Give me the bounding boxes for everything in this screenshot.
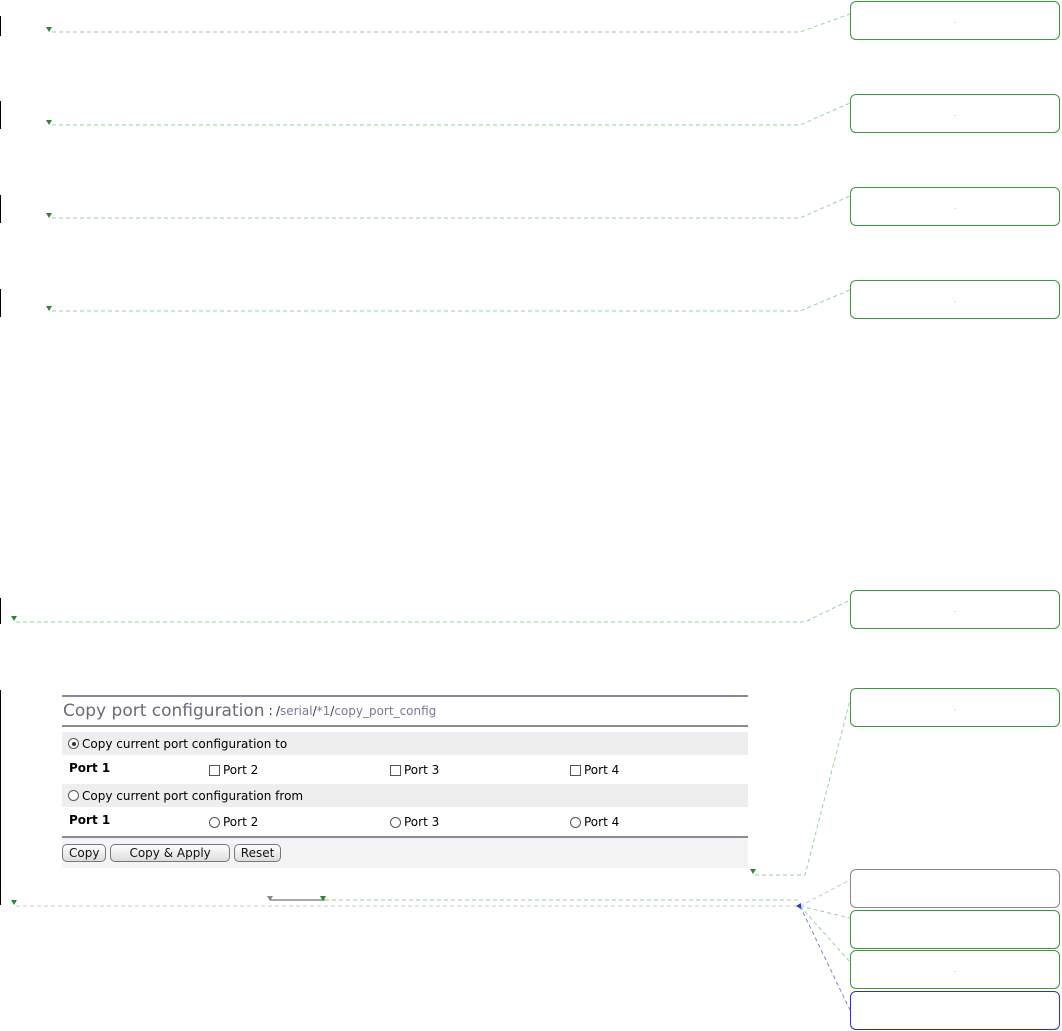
port-3-radio[interactable]: [390, 816, 401, 828]
port-2-label: Port 2: [223, 763, 259, 777]
option-copy-from-row[interactable]: Copy current port configuration from: [62, 784, 748, 807]
marker-3: [46, 213, 52, 218]
port-2-radio[interactable]: [209, 816, 220, 828]
port-3-label: Port 3: [404, 763, 440, 777]
marker-8: [267, 896, 273, 901]
copy-to-port-2[interactable]: Port 2: [209, 763, 258, 777]
marker-1: [46, 27, 52, 32]
copy-from-port-4[interactable]: Port 4: [570, 815, 619, 829]
marker-7: [11, 900, 17, 905]
marker-6: [750, 869, 756, 874]
port-4-radio[interactable]: [570, 816, 581, 828]
option-copy-to-row[interactable]: Copy current port configuration to: [62, 732, 748, 755]
connector-line-7: [16, 879, 851, 907]
copy-from-port-3[interactable]: Port 3: [390, 815, 439, 829]
port-4-checkbox[interactable]: [570, 764, 581, 776]
copy-port-config-panel: Copy port configuration : / serial / *1 …: [62, 695, 748, 868]
connector-line-4: [52, 289, 851, 312]
source-port-label: Port 1: [69, 761, 111, 775]
marker-4: [46, 306, 52, 311]
copy-from-label: Copy current port configuration from: [82, 788, 304, 803]
button-bar: Copy Copy & Apply Reset: [62, 838, 748, 868]
copy-to-radio[interactable]: [68, 738, 79, 749]
breadcrumb-port[interactable]: *1: [317, 704, 331, 718]
connector-line-3: [52, 195, 851, 219]
port-3-checkbox[interactable]: [390, 764, 401, 776]
annotation-bubble-8: [850, 910, 1060, 949]
marker-9: [320, 896, 326, 901]
annotation-bubble-6: .: [850, 688, 1060, 727]
panel-title-bar: Copy port configuration : / serial / *1 …: [62, 697, 748, 727]
annotation-bubble-1: .: [850, 1, 1060, 40]
copy-apply-button[interactable]: Copy & Apply: [110, 844, 230, 862]
connector-line-2: [52, 102, 851, 126]
copy-from-port-2[interactable]: Port 2: [209, 815, 258, 829]
marker-2: [46, 120, 52, 125]
annotation-bubble-7: [850, 869, 1060, 908]
marker-10: [796, 903, 801, 909]
connector-line-1: [52, 13, 851, 33]
port-3-source-label: Port 3: [404, 815, 440, 829]
annotation-bubble-2: .: [850, 94, 1060, 133]
marker-5: [11, 616, 17, 621]
annotation-bubble-5: .: [850, 590, 1060, 629]
connector-line-5: [16, 599, 851, 623]
copy-to-ports-row: Port 1 Port 2 Port 3 Port 4: [62, 755, 748, 783]
copy-to-port-3[interactable]: Port 3: [390, 763, 439, 777]
annotation-bubble-4: .: [850, 280, 1060, 319]
port-4-label: Port 4: [584, 763, 620, 777]
annotation-bubble-3: .: [850, 187, 1060, 226]
copy-to-label: Copy current port configuration to: [82, 736, 288, 751]
annotation-bubble-10: [850, 991, 1060, 1030]
page-title: Copy port configuration: [63, 701, 265, 721]
copy-to-port-4[interactable]: Port 4: [570, 763, 619, 777]
connector-line-9: [799, 905, 851, 919]
breadcrumb-current: copy_port_config: [334, 704, 437, 718]
port-4-source-label: Port 4: [584, 815, 620, 829]
connector-line-11: [799, 905, 851, 1011]
title-separator: :: [268, 703, 273, 719]
breadcrumb-serial[interactable]: serial: [280, 704, 313, 718]
connector-line-10: [799, 905, 851, 963]
port-2-source-label: Port 2: [223, 815, 259, 829]
copy-from-radio[interactable]: [68, 790, 79, 801]
connector-line-6: [755, 699, 851, 876]
target-port-label: Port 1: [69, 813, 111, 827]
copy-from-ports-row: Port 1 Port 2 Port 3 Port 4: [62, 807, 748, 835]
copy-button[interactable]: Copy: [62, 844, 107, 862]
reset-button[interactable]: Reset: [233, 844, 282, 862]
annotation-bubble-9: .: [850, 950, 1060, 989]
port-2-checkbox[interactable]: [209, 764, 220, 776]
